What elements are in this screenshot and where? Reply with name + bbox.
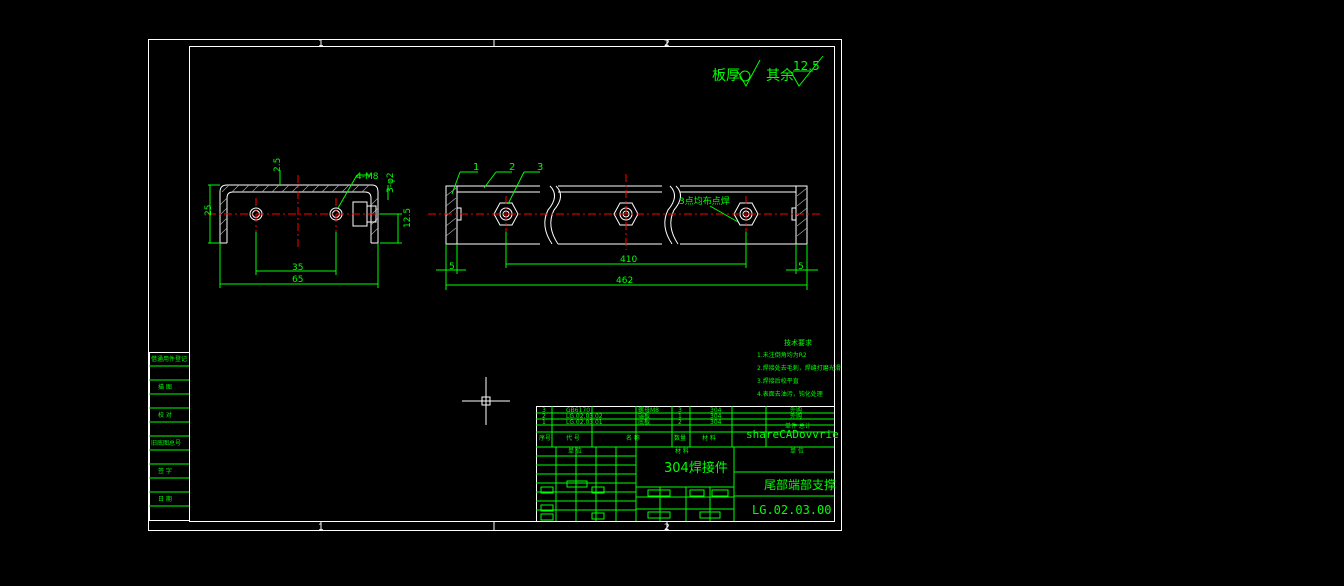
zone-label-bottom-1: 1 — [318, 523, 324, 533]
sidebar-label-5: 签 字 — [158, 467, 172, 475]
front-dim-total: 462 — [616, 276, 633, 286]
side-dim-right: 12.5 — [403, 208, 413, 228]
balloon-1: 1 — [473, 162, 479, 173]
tech-req-title: 技术要求 — [784, 338, 812, 347]
sidebar-label-4: 旧底图总号 — [151, 439, 181, 447]
drawing-number: LG.02.03.00 — [752, 503, 831, 517]
front-dim-left: 5 — [449, 262, 455, 272]
bom-row-3-mat: 304 — [710, 419, 722, 426]
title-block-col-header: 单 位 — [568, 447, 582, 455]
front-dim-span: 410 — [620, 255, 637, 265]
roughness-other-label: 其余 — [766, 67, 794, 84]
bom-header-no: 序号 — [539, 434, 551, 442]
tech-req-item-1: 1.未注倒角均为R2 — [757, 351, 807, 359]
zone-label-top-2: 2 — [664, 39, 670, 49]
bom-row-3-no: 1 — [542, 419, 546, 426]
weld-note: 3点均布点焊 — [679, 195, 730, 207]
side-dim-top: 2.5 — [273, 158, 283, 172]
company-name: shareCADovvrie — [746, 428, 839, 441]
sidebar-label-1: 借通用件登记 — [151, 355, 187, 363]
drawing-name: 尾部端部支撑 — [764, 477, 836, 492]
material-name: 304焊接件 — [664, 460, 728, 476]
title-block-unit-header: 单 位 — [790, 447, 804, 455]
sidebar-label-2: 描 图 — [158, 383, 172, 391]
balloon-2: 2 — [509, 162, 515, 173]
bom-row-3-code: LG.02.03.01 — [566, 419, 603, 426]
bom-row-3-name: 底板 — [638, 418, 650, 426]
bom-header-qty: 数量 — [674, 434, 686, 442]
bom-header-name: 名 称 — [626, 434, 640, 442]
tech-req-item-4: 4.表面去油污，钝化处理 — [757, 390, 823, 398]
side-dim-width: 65 — [292, 275, 303, 285]
bom-row-3-qty: 2 — [678, 419, 682, 426]
bom-header-mat: 材 料 — [702, 434, 716, 442]
title-block-material-header: 材 料 — [675, 447, 689, 455]
balloon-3: 3 — [537, 162, 543, 173]
zone-label-top-1: 1 — [318, 39, 324, 49]
cad-drawing-canvas[interactable]: 1 2 1 2 板厚 其余 12.5 25 2.5 35 65 4-M8 3-φ… — [0, 0, 1344, 586]
side-dim-height: 25 — [204, 205, 214, 216]
roughness-plate-label: 板厚 — [712, 68, 740, 84]
bom-row-2-note: 外购 — [790, 412, 802, 420]
side-callout-holes: 4-M8 — [356, 172, 379, 182]
sidebar-label-6: 日 期 — [158, 495, 172, 503]
roughness-value: 12.5 — [793, 59, 820, 73]
bom-header-code: 代 号 — [566, 434, 580, 442]
tech-req-item-2: 2.焊接处去毛刺，焊缝打磨光滑 — [757, 364, 841, 372]
tech-req-item-3: 3.焊接后校平直 — [757, 377, 799, 385]
side-dim-hole-spacing: 35 — [292, 263, 303, 273]
side-callout-holes2: 3-φ2 — [386, 172, 396, 193]
zone-label-bottom-2: 2 — [664, 523, 670, 533]
front-dim-right: 5 — [798, 262, 804, 272]
sidebar-label-3: 校 对 — [158, 411, 172, 419]
